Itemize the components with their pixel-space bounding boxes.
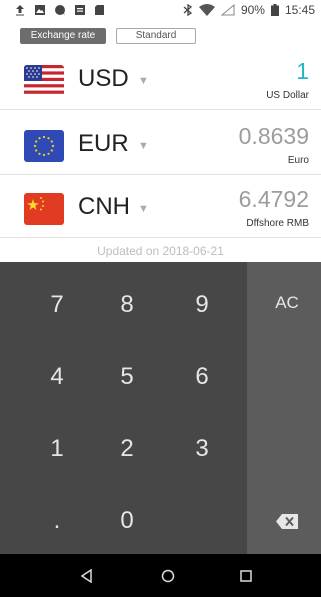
- key-3[interactable]: 3: [165, 412, 239, 485]
- exchange-rate-tab[interactable]: Exchange rate: [20, 28, 106, 44]
- currency-value: 0.8639: [238, 123, 309, 149]
- key-5[interactable]: 5: [90, 340, 164, 413]
- backspace-button[interactable]: [250, 484, 321, 557]
- navigation-bar: [0, 554, 321, 597]
- dropdown-caret-icon: ▼: [138, 75, 149, 87]
- updated-date-label: Updated on 2018-06-21: [97, 244, 224, 258]
- key-1[interactable]: 1: [20, 412, 94, 485]
- chat-icon: [55, 5, 65, 15]
- image-icon: [35, 5, 45, 15]
- notification-icons: [14, 4, 106, 16]
- backspace-icon: [276, 514, 298, 530]
- bluetooth-icon: [183, 4, 193, 16]
- clock: 15:45: [284, 3, 315, 17]
- currency-row-cnh[interactable]: CNH ▼ 6.4792 Dffshore RMB: [0, 180, 321, 238]
- us-flag-icon: [24, 65, 64, 97]
- mode-toggle: Exchange rate Standard: [0, 22, 321, 52]
- dropdown-caret-icon: ▼: [138, 140, 149, 152]
- clear-button[interactable]: AC: [250, 266, 321, 339]
- key-8[interactable]: 8: [90, 268, 164, 341]
- key-4[interactable]: 4: [20, 340, 94, 413]
- key-7[interactable]: 7: [20, 268, 94, 341]
- key-decimal[interactable]: .: [20, 484, 94, 557]
- sd-card-icon: [95, 5, 104, 15]
- currency-row-usd[interactable]: USD ▼ 1 US Dollar: [0, 52, 321, 110]
- key-2[interactable]: 2: [90, 412, 164, 485]
- key-6[interactable]: 6: [165, 340, 239, 413]
- battery-icon: [270, 4, 279, 16]
- currency-row-eur[interactable]: EUR ▼ 0.8639 Euro: [0, 117, 321, 175]
- system-icons: 90% 15:45: [183, 3, 315, 17]
- status-bar: 90% 15:45: [0, 0, 321, 22]
- recents-icon[interactable]: [236, 566, 256, 586]
- key-0[interactable]: 0: [90, 484, 164, 557]
- back-icon[interactable]: [77, 566, 97, 586]
- sim-icon: [75, 5, 85, 15]
- wifi-icon: [198, 4, 215, 16]
- upload-icon: [16, 5, 24, 16]
- key-9[interactable]: 9: [165, 268, 239, 341]
- currency-code: USD: [78, 65, 129, 92]
- currency-value: 6.4792: [238, 186, 309, 212]
- currency-code: CNH: [78, 193, 130, 220]
- battery-percent: 90%: [240, 3, 265, 17]
- currency-value: 1: [296, 58, 309, 84]
- home-icon[interactable]: [158, 566, 178, 586]
- cn-flag-icon: [24, 193, 64, 225]
- signal-icon: [220, 4, 235, 16]
- standard-tab[interactable]: Standard: [116, 28, 196, 44]
- currency-name: Euro: [287, 155, 309, 166]
- currency-name: US Dollar: [266, 90, 309, 101]
- eu-flag-icon: [24, 130, 64, 162]
- dropdown-caret-icon: ▼: [138, 203, 149, 215]
- currency-name: Dffshore RMB: [246, 218, 309, 229]
- keypad: 7 8 9 4 5 6 1 2 3 . 0 AC: [0, 262, 321, 554]
- currency-code: EUR: [78, 130, 129, 157]
